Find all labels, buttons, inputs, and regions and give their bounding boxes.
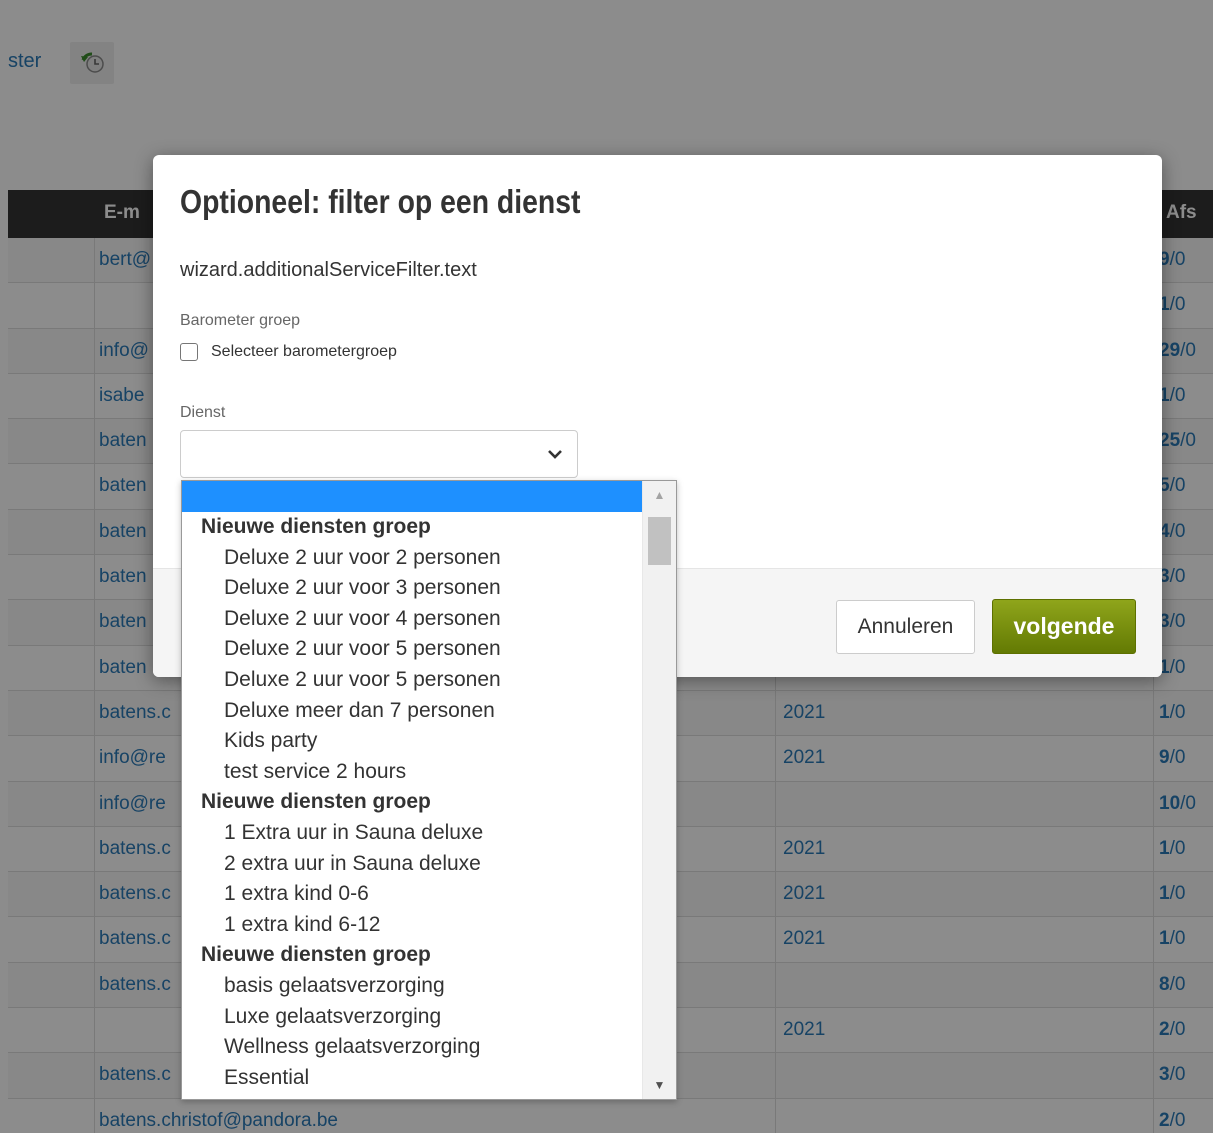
service-option[interactable]: 2 extra uur in Sauna deluxe (182, 849, 643, 880)
option-empty-selected[interactable] (182, 481, 643, 512)
barometer-group-label: Barometer groep (180, 312, 301, 329)
option-group-label: Nieuwe diensten groep (201, 943, 431, 967)
service-dropdown-list[interactable]: Nieuwe diensten groep Deluxe 2 uur voor 2… (181, 480, 677, 1100)
service-option[interactable]: Deluxe 2 uur voor 3 personen (182, 573, 643, 604)
service-option[interactable]: Deluxe 2 uur voor 5 personen (182, 634, 643, 665)
modal-description: wizard.additionalServiceFilter.text (180, 259, 477, 281)
service-option[interactable]: Deluxe 2 uur voor 5 personen (182, 665, 643, 696)
service-option[interactable]: 1 extra kind 6-12 (182, 910, 643, 941)
scrollbar-thumb[interactable] (648, 517, 671, 565)
service-option[interactable]: Deluxe 2 uur voor 4 personen (182, 604, 643, 635)
barometer-group-checkbox-label[interactable]: Selecteer barometergroep (211, 343, 397, 361)
service-option[interactable]: Wellness gelaatsverzorging (182, 1032, 643, 1063)
barometer-group-checkbox[interactable] (180, 343, 198, 361)
service-option[interactable]: 1 extra kind 0-6 (182, 879, 643, 910)
service-option[interactable]: Luxe gelaatsverzorging (182, 1002, 643, 1033)
cancel-button[interactable]: Annuleren (836, 600, 975, 654)
service-options: Nieuwe diensten groep Deluxe 2 uur voor 2… (182, 481, 643, 1093)
service-option[interactable]: Kids party (182, 726, 643, 757)
modal-title: Optioneel: filter op een dienst (180, 183, 581, 220)
scroll-down-arrow-icon[interactable]: ▼ (643, 1071, 676, 1099)
service-option[interactable]: test service 2 hours (182, 757, 643, 788)
service-option[interactable]: basis gelaatsverzorging (182, 971, 643, 1002)
service-option[interactable]: 1 Extra uur in Sauna deluxe (182, 818, 643, 849)
service-option[interactable]: Essential (182, 1063, 643, 1094)
next-button[interactable]: volgende (992, 599, 1136, 654)
scroll-up-arrow-icon[interactable]: ▲ (643, 481, 676, 509)
service-option[interactable]: Deluxe meer dan 7 personen (182, 696, 643, 727)
chevron-down-icon (548, 450, 562, 459)
option-group-label: Nieuwe diensten groep (201, 515, 431, 538)
service-label: Dienst (180, 404, 226, 421)
option-group-label: Nieuwe diensten groep (201, 790, 431, 814)
service-option[interactable]: Deluxe 2 uur voor 2 personen (182, 543, 643, 574)
barometer-group-row[interactable]: Selecteer barometergroep (180, 343, 397, 361)
service-select[interactable] (180, 430, 578, 478)
dropdown-scrollbar[interactable]: ▲ ▼ (642, 481, 676, 1099)
